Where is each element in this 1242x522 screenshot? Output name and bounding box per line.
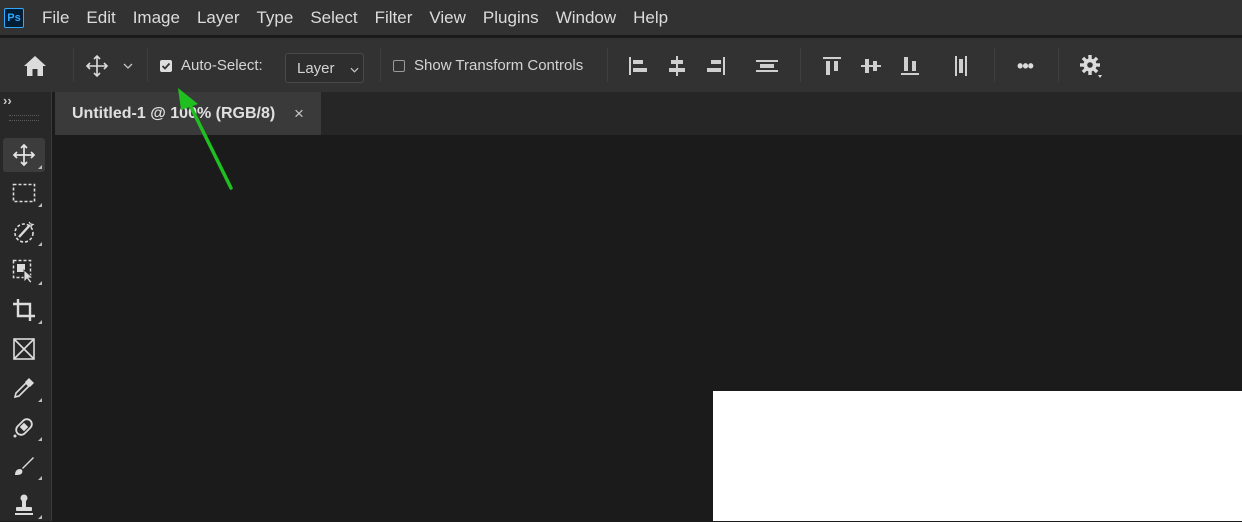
gear-icon[interactable] [1077, 53, 1105, 81]
auto-select-label: Auto-Select: [181, 57, 263, 74]
panel-grip[interactable] [9, 115, 39, 121]
auto-select-checkbox[interactable] [160, 60, 172, 72]
separator [607, 48, 608, 82]
show-transform-controls-checkbox[interactable] [393, 60, 405, 72]
menu-file[interactable]: File [42, 8, 69, 28]
object-selection-tool-icon[interactable] [3, 215, 45, 249]
distribute-vertical-icon[interactable] [754, 54, 780, 78]
crop-tool-icon[interactable] [3, 293, 45, 327]
home-icon[interactable] [20, 51, 50, 81]
distribute-horizontal-icon[interactable] [949, 54, 973, 78]
document-canvas[interactable] [713, 391, 1242, 521]
brush-tool-icon[interactable] [3, 449, 45, 483]
menu-select[interactable]: Select [310, 8, 357, 28]
align-vertical-centers-icon[interactable] [859, 54, 883, 78]
menu-window[interactable]: Window [556, 8, 616, 28]
move-icon[interactable] [83, 52, 111, 80]
separator [380, 48, 381, 82]
frame-tool-icon[interactable] [3, 332, 45, 366]
align-horizontal-centers-icon[interactable] [665, 54, 689, 78]
align-top-edges-icon[interactable] [820, 54, 844, 78]
document-tab-bar: Untitled-1 @ 100% (RGB/8) × [55, 92, 1242, 135]
eyedropper-tool-icon[interactable] [3, 371, 45, 405]
auto-select-target-value: Layer [297, 60, 335, 77]
menu-view[interactable]: View [429, 8, 466, 28]
separator [73, 48, 74, 82]
separator [147, 48, 148, 82]
show-transform-controls-label: Show Transform Controls [414, 57, 584, 74]
options-bar: Auto-Select: Layer Show Transform Contro… [0, 38, 1242, 92]
align-right-edges-icon[interactable] [704, 54, 728, 78]
chevron-down-icon[interactable] [120, 58, 136, 74]
clone-stamp-tool-icon[interactable] [3, 488, 45, 522]
panel-collapse-icon[interactable]: ›› [3, 93, 12, 108]
more-options-icon[interactable]: ••• [1010, 54, 1040, 78]
menu-plugins[interactable]: Plugins [483, 8, 539, 28]
align-left-edges-icon[interactable] [626, 54, 650, 78]
align-bottom-edges-icon[interactable] [898, 54, 922, 78]
photoshop-logo[interactable]: Ps [4, 7, 24, 28]
document-tab-title: Untitled-1 @ 100% (RGB/8) [72, 104, 276, 122]
spot-healing-brush-tool-icon[interactable] [3, 410, 45, 444]
move-tool-icon[interactable] [3, 138, 45, 172]
menu-layer[interactable]: Layer [197, 8, 240, 28]
chevron-down-icon [350, 67, 359, 73]
menu-edit[interactable]: Edit [86, 8, 115, 28]
separator [1058, 48, 1059, 82]
close-icon[interactable]: × [294, 104, 304, 124]
auto-select-target-dropdown[interactable]: Layer [285, 53, 364, 83]
menu-help[interactable]: Help [633, 8, 668, 28]
tools-panel: ›› [0, 92, 52, 521]
menu-bar: Ps File Edit Image Layer Type Select Fil… [0, 0, 1242, 35]
artboard-select-tool-icon[interactable] [3, 254, 45, 288]
menu-image[interactable]: Image [133, 8, 180, 28]
rectangular-marquee-tool-icon[interactable] [3, 176, 45, 210]
separator [994, 48, 995, 82]
menu-filter[interactable]: Filter [375, 8, 413, 28]
separator [800, 48, 801, 82]
menu-type[interactable]: Type [256, 8, 293, 28]
document-tab[interactable]: Untitled-1 @ 100% (RGB/8) × [55, 92, 321, 135]
